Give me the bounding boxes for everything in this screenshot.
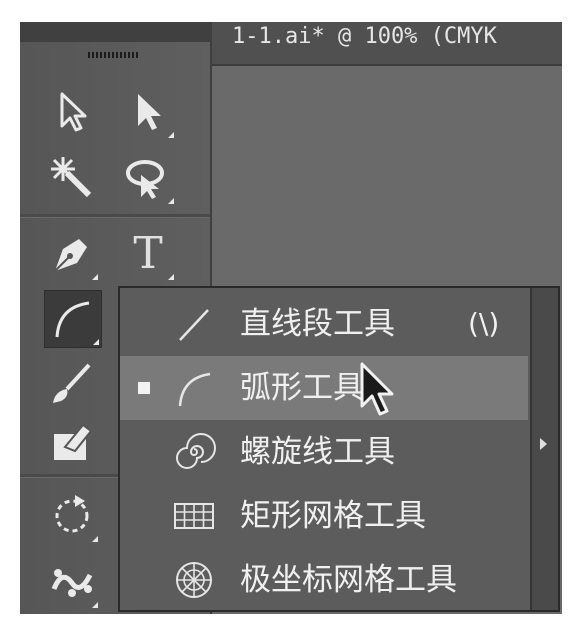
puppet-warp-tool[interactable] bbox=[44, 554, 100, 610]
paintbrush-icon bbox=[53, 363, 91, 403]
type-icon: T bbox=[133, 228, 163, 279]
rectangular-grid-icon bbox=[174, 503, 214, 529]
arc-icon bbox=[55, 301, 90, 338]
tool-group-indicator-icon bbox=[92, 536, 98, 542]
flyout-item-label: 弧形工具 bbox=[240, 370, 364, 406]
expand-arrow-icon bbox=[540, 438, 547, 450]
lasso-icon bbox=[126, 160, 164, 199]
flyout-item-label: 矩形网格工具 bbox=[240, 498, 426, 534]
flyout-item-spiral[interactable]: 螺旋线工具 bbox=[120, 420, 528, 484]
flyout-item-line-segment[interactable]: 直线段工具 (\) bbox=[120, 292, 528, 356]
shaper-eraser-icon bbox=[54, 423, 93, 460]
document-tab[interactable]: 1-1.ai* @ 100% (CMYK bbox=[212, 22, 562, 66]
spiral-icon bbox=[176, 433, 216, 469]
panel-grip-icon[interactable] bbox=[88, 52, 138, 58]
paintbrush-tool[interactable] bbox=[44, 356, 100, 412]
flyout-item-arc[interactable]: 弧形工具 bbox=[120, 356, 528, 420]
polar-grid-icon bbox=[176, 562, 212, 598]
rotate-icon bbox=[55, 495, 89, 533]
flyout-item-polar-grid[interactable]: 极坐标网格工具 bbox=[120, 548, 528, 612]
tool-group-indicator-icon bbox=[168, 274, 174, 280]
panel-divider bbox=[20, 214, 210, 218]
direct-selection-arrow-icon bbox=[138, 94, 161, 130]
document-title: 1-1.ai* @ 100% (CMYK bbox=[232, 24, 497, 49]
arc-icon bbox=[178, 372, 211, 407]
selected-indicator-icon bbox=[138, 382, 150, 394]
lasso-tool[interactable] bbox=[120, 150, 176, 206]
selection-tool[interactable] bbox=[44, 84, 100, 140]
arc-tool[interactable] bbox=[44, 290, 102, 348]
flyout-item-label: 极坐标网格工具 bbox=[240, 562, 457, 598]
pen-nib-icon bbox=[54, 239, 87, 272]
rotate-tool[interactable] bbox=[44, 488, 100, 544]
flyout-item-label: 直线段工具 bbox=[240, 306, 395, 342]
tool-group-indicator-icon bbox=[93, 339, 99, 345]
pen-tool[interactable] bbox=[44, 226, 100, 282]
tool-group-indicator-icon bbox=[168, 132, 174, 138]
line-segment-icon bbox=[179, 309, 209, 341]
type-tool[interactable]: T bbox=[120, 226, 176, 282]
line-tools-flyout: 直线段工具 (\) 弧形工具 螺旋线工具 矩形网格工具 极坐标网格工具 bbox=[118, 286, 560, 612]
mouse-cursor-icon bbox=[360, 362, 394, 416]
magic-wand-icon bbox=[51, 157, 92, 198]
tool-group-indicator-icon bbox=[92, 274, 98, 280]
shaper-tool[interactable] bbox=[44, 414, 100, 470]
magic-wand-tool[interactable] bbox=[44, 150, 100, 206]
flyout-item-label: 螺旋线工具 bbox=[240, 434, 395, 470]
selection-arrow-icon bbox=[60, 92, 87, 132]
tool-group-indicator-icon bbox=[92, 602, 98, 608]
illustrator-workspace: T 1-1.ai* @ 100% (CMYK 直线段工具 (\) 弧形工具 螺旋… bbox=[20, 22, 562, 614]
flyout-item-rectangular-grid[interactable]: 矩形网格工具 bbox=[120, 484, 528, 548]
flyout-item-shortcut: (\) bbox=[468, 307, 500, 340]
flyout-tearoff-strip[interactable] bbox=[530, 288, 558, 610]
tool-group-indicator-icon bbox=[168, 198, 174, 204]
direct-selection-tool[interactable] bbox=[120, 84, 176, 140]
puppet-warp-icon bbox=[51, 569, 93, 597]
panel-header[interactable] bbox=[20, 22, 210, 42]
